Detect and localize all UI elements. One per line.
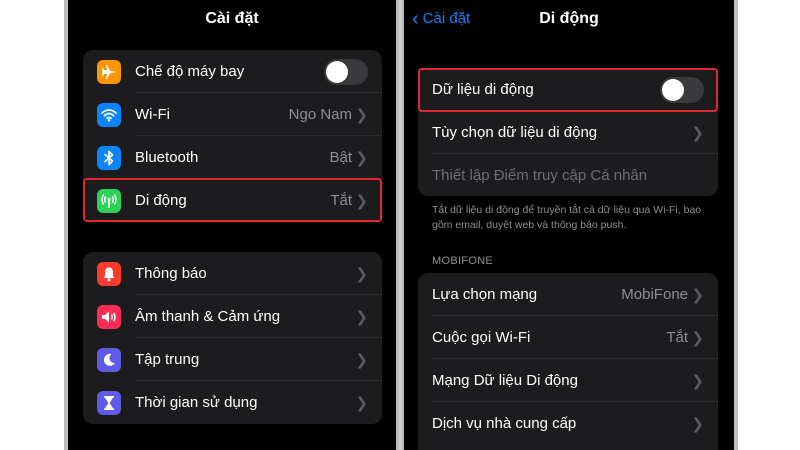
highlight-box-cellular <box>83 178 382 222</box>
panel-divider <box>399 0 402 450</box>
cellular-row-label: Dịch vụ nhà cung cấp <box>432 415 577 432</box>
chevron-right-icon: ❯ <box>355 394 368 412</box>
network-selection-value: MobiFone <box>621 286 688 303</box>
settings-row-focus[interactable]: Tập trung ❯ <box>83 338 382 381</box>
settings-row-screen-time[interactable]: Thời gian sử dụng ❯ <box>83 381 382 424</box>
chevron-right-icon: ❯ <box>355 265 368 283</box>
chevron-right-icon: ❯ <box>691 415 704 433</box>
page-title: Cài đặt <box>205 10 259 27</box>
wifi-network-value: Ngo Nam <box>288 106 352 123</box>
chevron-right-icon: ❯ <box>691 329 704 347</box>
settings-row-airplane-mode[interactable]: Chế độ máy bay <box>83 50 382 93</box>
highlight-box-cellular-data <box>418 68 718 112</box>
speaker-icon <box>97 304 121 329</box>
cellular-data-footnote: Tắt dữ liệu di động để truyền tắt cả dữ … <box>432 204 702 231</box>
settings-row-label: Bluetooth <box>135 149 199 166</box>
cellular-row-label: Thiết lập Điểm truy cập Cá nhân <box>432 167 648 184</box>
airplane-mode-toggle[interactable] <box>324 58 368 85</box>
settings-row-wifi[interactable]: Wi-Fi Ngo Nam ❯ <box>83 93 382 136</box>
chevron-right-icon: ❯ <box>355 149 368 167</box>
cellular-data-network-row[interactable]: Mạng Dữ liệu Di động ❯ <box>418 359 718 402</box>
toggle-knob <box>326 60 348 83</box>
page-title: Di động <box>539 10 599 27</box>
bluetooth-status-value: Bật <box>329 149 352 166</box>
personal-hotspot-row: Thiết lập Điểm truy cập Cá nhân <box>418 154 718 196</box>
wifi-calling-row[interactable]: Cuộc gọi Wi-Fi Tắt ❯ <box>418 316 718 359</box>
cellular-screen: ‹ Cài đặt Di động Dữ liệu di động Tùy ch… <box>404 0 734 450</box>
wifi-icon <box>97 102 121 127</box>
carrier-section-header: MOBIFONE <box>432 255 494 267</box>
cellular-row-label: Lựa chọn mạng <box>432 286 538 303</box>
carrier-services-row[interactable]: Dịch vụ nhà cung cấp ❯ <box>418 402 718 445</box>
settings-row-label: Âm thanh & Cảm ứng <box>135 308 281 325</box>
cellular-row-label: Cuộc gọi Wi-Fi <box>432 329 531 346</box>
settings-group-notifications: Thông báo ❯ Âm thanh & Cảm ứng ❯ Tập tru… <box>83 252 382 424</box>
settings-row-label: Thông báo <box>135 265 207 282</box>
airplane-icon <box>97 59 121 84</box>
settings-row-label: Wi-Fi <box>135 106 170 123</box>
bluetooth-icon <box>97 145 121 170</box>
settings-row-bluetooth[interactable]: Bluetooth Bật ❯ <box>83 136 382 179</box>
moon-icon <box>97 347 121 372</box>
cellular-group-carrier: Lựa chọn mạng MobiFone ❯ Cuộc gọi Wi-Fi … <box>418 273 718 450</box>
settings-row-sounds[interactable]: Âm thanh & Cảm ứng ❯ <box>83 295 382 338</box>
cellular-row-label: Mạng Dữ liệu Di động <box>432 372 578 389</box>
chevron-right-icon: ❯ <box>355 308 368 326</box>
chevron-right-icon: ❯ <box>691 124 704 142</box>
settings-row-label: Chế độ máy bay <box>135 63 245 80</box>
settings-screen: Cài đặt Chế độ máy bay Wi-Fi Ngo Nam ❯ B… <box>68 0 396 450</box>
chevron-right-icon: ❯ <box>355 106 368 124</box>
cellular-row-label: Tùy chọn dữ liệu di động <box>432 124 598 141</box>
wifi-calling-value: Tắt <box>666 329 688 346</box>
chevron-right-icon: ❯ <box>691 286 704 304</box>
network-selection-row[interactable]: Lựa chọn mạng MobiFone ❯ <box>418 273 718 316</box>
settings-row-label: Thời gian sử dụng <box>135 394 258 411</box>
hourglass-icon <box>97 390 121 415</box>
settings-row-notifications[interactable]: Thông báo ❯ <box>83 252 382 295</box>
chevron-right-icon: ❯ <box>355 351 368 369</box>
chevron-right-icon: ❯ <box>691 372 704 390</box>
bell-icon <box>97 261 121 286</box>
settings-row-label: Tập trung <box>135 351 200 368</box>
cellular-data-options-row[interactable]: Tùy chọn dữ liệu di động ❯ <box>418 111 718 154</box>
